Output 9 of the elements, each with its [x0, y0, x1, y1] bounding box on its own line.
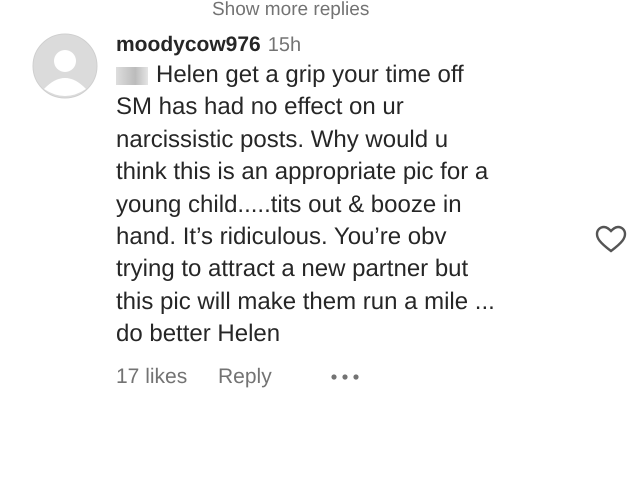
avatar-icon — [32, 33, 98, 99]
likes-count[interactable]: 17 likes — [116, 364, 218, 389]
more-options-icon[interactable] — [330, 372, 360, 381]
show-more-replies-link[interactable]: Show more replies — [212, 0, 370, 20]
username[interactable]: moodycow976 — [116, 33, 261, 57]
reply-button[interactable]: Reply — [218, 364, 330, 389]
comment-time: 15h — [268, 34, 302, 57]
heart-icon[interactable] — [595, 225, 627, 253]
comment-text: Helen get a grip your time off SM has had no effect on ur narcissistic posts. Why would u think this is an appropriate pic for a young child.....tits out & booze in hand. It’s ridiculous. You’re obv trying to attract a new partner but this pic will make them run a mile ... do better Helen — [116, 60, 496, 350]
